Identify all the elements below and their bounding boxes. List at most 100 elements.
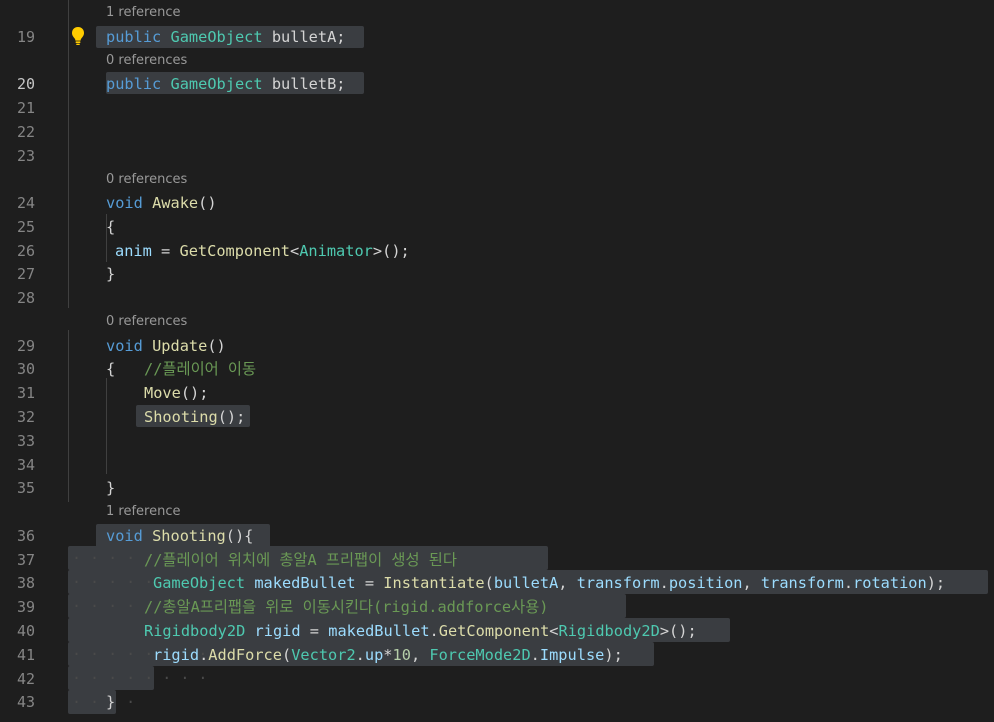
line-number: 19: [16, 28, 35, 46]
code-line-36[interactable]: void Shooting(){: [106, 524, 253, 548]
operator: *: [383, 646, 393, 664]
variable: makedBullet: [254, 574, 356, 592]
line-number: 42: [16, 670, 35, 688]
code-line-26[interactable]: anim = GetComponent<Animator>();: [115, 239, 410, 263]
punctuation: .: [429, 622, 439, 640]
type-name: Vector2: [291, 646, 356, 664]
punctuation: .: [530, 646, 540, 664]
keyword: void: [106, 337, 143, 355]
code-comment[interactable]: //플레이어 이동: [144, 357, 256, 381]
code-line-35[interactable]: }: [106, 476, 115, 500]
code-line-20[interactable]: public GameObject bulletB;: [106, 72, 346, 96]
field-name: bulletA: [271, 28, 337, 46]
punctuation: ;: [336, 28, 346, 46]
punctuation: <: [549, 622, 559, 640]
punctuation: .: [659, 574, 669, 592]
brace: {: [106, 218, 116, 236]
method-name: Move: [144, 384, 181, 402]
field-name: bulletB: [271, 75, 337, 93]
keyword: void: [106, 194, 143, 212]
code-lens-references[interactable]: 0 references: [106, 312, 187, 331]
comment: //총알A프리팹을 위로 이동시킨다(rigid.addforce사용): [144, 598, 549, 616]
code-lens-references[interactable]: 1 reference: [106, 502, 180, 521]
operator: =: [151, 242, 180, 260]
punctuation: .: [355, 646, 365, 664]
punctuation: ,: [558, 574, 577, 592]
type-name: GameObject: [170, 75, 263, 93]
line-number: 43: [16, 693, 35, 711]
line-number: 38: [16, 574, 35, 592]
method-name: GetComponent: [438, 622, 550, 640]
indent-guide: [68, 330, 69, 502]
line-number: 39: [16, 598, 35, 616]
keyword: public: [106, 28, 162, 46]
code-line-24[interactable]: void Awake(): [106, 191, 217, 215]
variable: makedBullet: [328, 622, 430, 640]
punctuation: .: [843, 574, 854, 592]
operator: =: [355, 574, 384, 592]
argument: transform: [576, 574, 660, 592]
line-number: 33: [16, 432, 35, 450]
code-line-32[interactable]: Shooting();: [144, 405, 245, 429]
line-number: 32: [16, 408, 35, 426]
line-number: 25: [16, 218, 35, 236]
code-line-29[interactable]: void Update(): [106, 334, 226, 358]
line-number: 31: [16, 384, 35, 402]
code-line-25[interactable]: {: [106, 215, 115, 239]
code-line-38[interactable]: GameObject makedBullet = Instantiate(bul…: [153, 571, 945, 595]
code-editor[interactable]: · · · · · · · · · · · · · · · · · · · · …: [0, 0, 994, 722]
punctuation: ();: [180, 384, 209, 402]
argument: transform: [760, 574, 844, 592]
line-number: 36: [16, 527, 35, 545]
punctuation: (){: [225, 527, 254, 545]
line-number: 22: [16, 123, 35, 141]
code-lens-references[interactable]: 0 references: [106, 170, 187, 189]
member: Impulse: [539, 646, 605, 664]
argument: bulletA: [493, 574, 559, 592]
punctuation: (: [484, 574, 494, 592]
comment: //플레이어 이동: [144, 360, 257, 378]
code-line-19[interactable]: public GameObject bulletA;: [106, 25, 346, 49]
code-lens-references[interactable]: 1 reference: [106, 3, 180, 22]
line-number: 30: [16, 360, 35, 378]
type-name: Rigidbody2D: [144, 622, 246, 640]
code-line-37[interactable]: //플레이어 위치에 총알A 프리팹이 생성 된다: [144, 548, 457, 572]
line-number: 23: [16, 147, 35, 165]
whitespace-markers: · · · · · · · ·: [72, 669, 208, 687]
punctuation: (): [207, 337, 226, 355]
punctuation: );: [926, 574, 946, 592]
line-number: 41: [16, 646, 35, 664]
type-name: Rigidbody2D: [558, 622, 660, 640]
method-name: Instantiate: [383, 574, 485, 592]
argument: rotation: [853, 574, 927, 592]
code-line-30[interactable]: {: [106, 357, 115, 381]
lightbulb-icon[interactable]: [70, 26, 86, 46]
code-line-43[interactable]: }: [106, 690, 115, 714]
variable: anim: [115, 242, 152, 260]
punctuation: (): [198, 194, 217, 212]
method-name: GetComponent: [179, 242, 290, 260]
code-line-31[interactable]: Move();: [144, 381, 208, 405]
code-line-39[interactable]: //총알A프리팹을 위로 이동시킨다(rigid.addforce사용): [144, 595, 549, 619]
brace: }: [106, 479, 116, 497]
type-name: ForceMode2D: [429, 646, 531, 664]
code-line-27[interactable]: }: [106, 262, 115, 286]
brace: }: [106, 693, 116, 711]
punctuation: ,: [410, 646, 430, 664]
member: up: [364, 646, 384, 664]
method-name: Update: [152, 337, 208, 355]
punctuation: >();: [659, 622, 697, 640]
line-number: 29: [16, 337, 35, 355]
argument: position: [668, 574, 743, 592]
punctuation: (: [281, 646, 292, 664]
code-lens-references[interactable]: 0 references: [106, 51, 187, 70]
code-line-40[interactable]: Rigidbody2D rigid = makedBullet.GetCompo…: [144, 619, 697, 643]
method-name: Shooting: [144, 408, 218, 426]
punctuation: ;: [336, 75, 346, 93]
punctuation: ();: [217, 408, 246, 426]
punctuation: .: [199, 646, 209, 664]
line-number: 37: [16, 551, 35, 569]
code-line-41[interactable]: rigid.AddForce(Vector2.up*10, ForceMode2…: [153, 643, 623, 667]
whitespace-markers: · · · ·: [72, 693, 136, 711]
punctuation: ,: [742, 574, 761, 592]
